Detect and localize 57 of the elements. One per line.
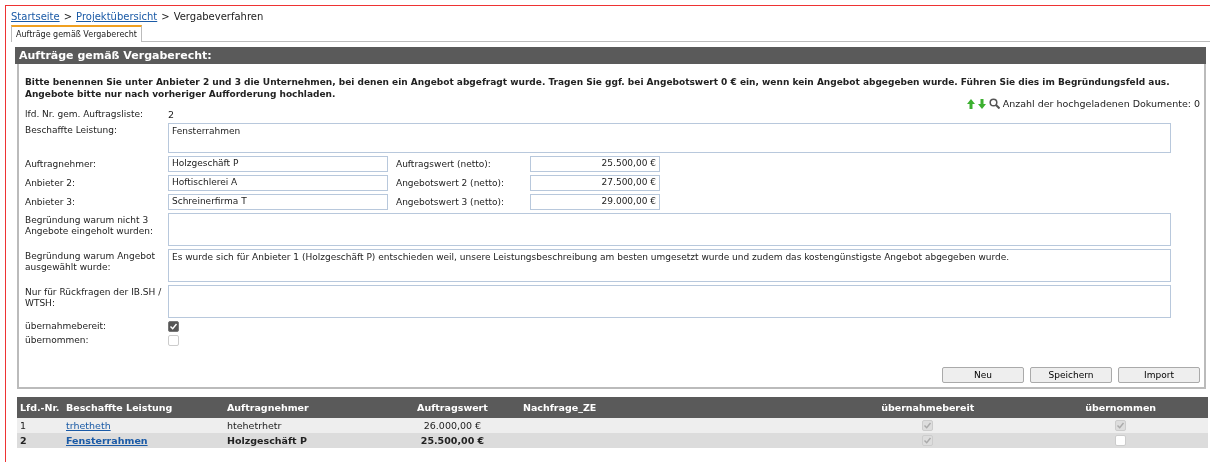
section-title: Aufträge gemäß Vergaberecht: bbox=[15, 47, 1206, 64]
checkbox[interactable] bbox=[168, 321, 179, 332]
table-cell: 25.500,00 € bbox=[385, 433, 520, 448]
column-header: Auftragnehmer bbox=[224, 397, 385, 418]
field-label: Angebotswert 2 (netto): bbox=[395, 178, 505, 188]
breadcrumb-link[interactable]: Startseite bbox=[11, 11, 60, 22]
checkbox[interactable] bbox=[1115, 435, 1127, 446]
breadcrumb-current: Vergabeverfahren bbox=[173, 11, 264, 22]
action-button[interactable]: Speichern bbox=[1030, 367, 1112, 383]
breadcrumb-link[interactable]: Projektübersicht bbox=[76, 11, 158, 22]
amount-field[interactable]: 25.500,00 € bbox=[530, 156, 660, 172]
column-header: Auftragswert bbox=[385, 397, 520, 418]
checkbox[interactable] bbox=[922, 420, 934, 431]
field-label: Angebotswert 3 (netto): bbox=[395, 197, 505, 207]
text-area[interactable]: Es wurde sich für Anbieter 1 (Holzgeschäft P) entschieden weil, unsere Leistungsbeschreibung am besten umgesetzt wurde und zudem das kostengünstigste Angebot abgegeben wurde. bbox=[168, 249, 1171, 282]
field-label: Anbieter 2: bbox=[25, 177, 76, 189]
table-cell: 2 bbox=[17, 433, 63, 448]
field-label: Nur für Rückfragen der IB.SH / WTSH: bbox=[25, 286, 163, 309]
column-header: Beschaffte Leistung bbox=[63, 397, 224, 418]
table-cell: 26.000,00 € bbox=[385, 418, 520, 433]
document-count: Anzahl der hochgeladenen Dokumente: 0 bbox=[1002, 98, 1200, 109]
column-header: Nachfrage_ZE bbox=[519, 397, 823, 418]
table-cell: htehetrhetr bbox=[224, 418, 385, 433]
column-header: Lfd.-Nr. bbox=[17, 397, 63, 418]
search-icon[interactable] bbox=[988, 98, 1000, 109]
amount-field[interactable]: 29.000,00 € bbox=[530, 194, 660, 210]
input-field[interactable]: Schreinerfirma T bbox=[168, 194, 388, 210]
column-header: übernommen bbox=[1033, 397, 1208, 418]
input-field[interactable]: Hoftischlerei A bbox=[168, 175, 388, 191]
input-field[interactable]: Holzgeschäft P bbox=[168, 156, 388, 172]
notice-text: Bitte benennen Sie unter Anbieter 2 und 3 die Unternehmen, bei denen ein Angebot abgefragt wurde. Tragen Sie ggf. bei Angebotswert 0 € ein, wenn kein Angebot abgegeben wurde. Führen Sie dies im Begründungsfeld aus. Angebote bitte nur nach vorheriger Aufforderung hochladen. bbox=[25, 76, 1171, 100]
field-label: übernahmebereit: bbox=[25, 321, 108, 332]
tab[interactable]: Aufträge gemäß Vergaberecht bbox=[11, 25, 142, 42]
checkbox[interactable] bbox=[1115, 420, 1127, 431]
action-button[interactable]: Neu bbox=[942, 367, 1024, 383]
table-cell: Holzgeschäft P bbox=[224, 433, 385, 448]
field-label: Auftragswert (netto): bbox=[395, 159, 492, 169]
action-button[interactable]: Import bbox=[1118, 367, 1200, 383]
text-area[interactable]: Fensterrahmen bbox=[168, 123, 1171, 153]
field-label: lfd. Nr. gem. Auftragsliste: bbox=[25, 109, 144, 120]
breadcrumb-separator: > bbox=[63, 11, 73, 22]
text-area[interactable] bbox=[168, 213, 1171, 246]
amount-field[interactable]: 27.500,00 € bbox=[530, 175, 660, 191]
arrow-up-icon[interactable] bbox=[966, 98, 975, 109]
number-value: 2 bbox=[168, 109, 175, 120]
item-link[interactable]: trhetheth bbox=[66, 420, 111, 431]
column-header: übernahmebereit bbox=[822, 397, 1034, 418]
field-label: Beschaffte Leistung: bbox=[25, 124, 118, 136]
checkbox[interactable] bbox=[922, 435, 934, 446]
field-label: Begründung warum Angebot ausgewählt wurde: bbox=[25, 250, 156, 273]
field-label: Anbieter 3: bbox=[25, 196, 76, 208]
field-label: Auftragnehmer: bbox=[25, 158, 98, 170]
field-label: Begründung warum nicht 3 Angebote eingeholt wurden: bbox=[25, 214, 154, 237]
field-label: übernommen: bbox=[25, 335, 90, 346]
breadcrumb-separator: > bbox=[161, 11, 170, 22]
table-cell: 1 bbox=[17, 418, 63, 433]
item-link[interactable]: Fensterrahmen bbox=[66, 435, 148, 446]
